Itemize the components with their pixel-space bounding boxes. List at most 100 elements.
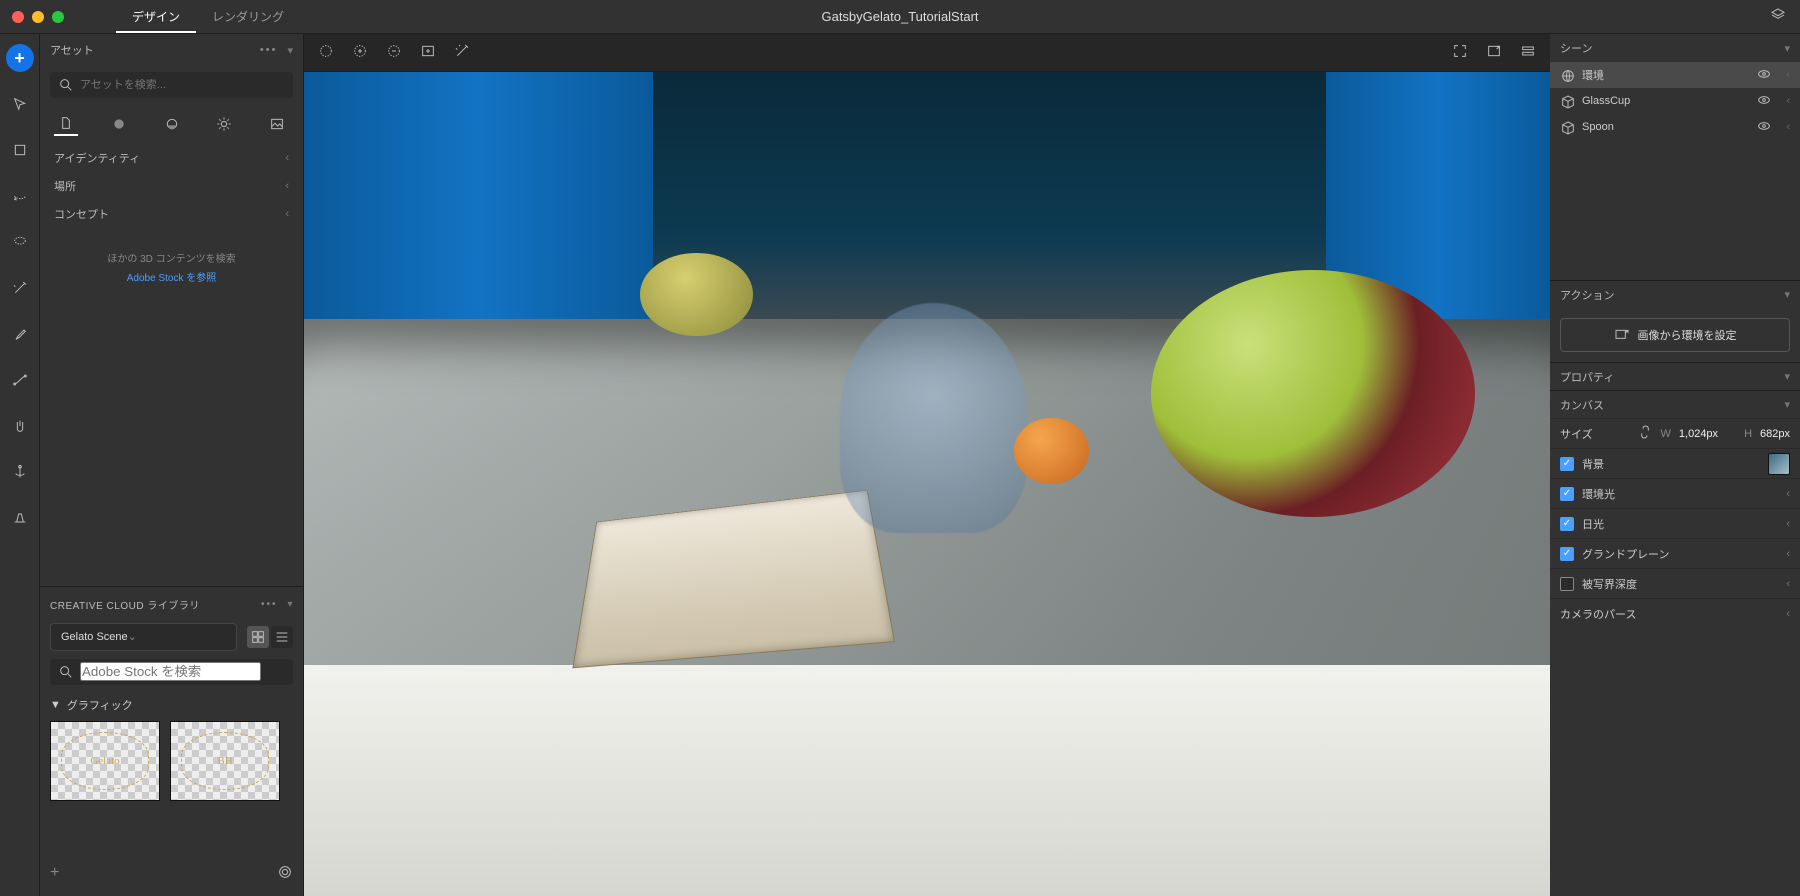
remove-circle-icon[interactable]	[386, 43, 402, 62]
globe-icon	[1560, 68, 1574, 82]
scene-item-環境[interactable]: 環境‹	[1550, 62, 1800, 88]
lights-tab[interactable]	[160, 112, 184, 136]
visibility-icon[interactable]	[1756, 66, 1772, 85]
move-tool[interactable]	[6, 90, 34, 118]
height-value[interactable]: 682px	[1760, 428, 1790, 440]
visibility-icon[interactable]	[1756, 118, 1772, 137]
images-tab[interactable]	[265, 112, 289, 136]
mode-tabs: デザイン レンダリング	[116, 0, 300, 33]
scene-item-label: GlassCup	[1582, 95, 1630, 107]
models-tab[interactable]	[54, 112, 78, 136]
anchor-tool[interactable]	[6, 458, 34, 486]
assets-label: アセット	[50, 42, 94, 58]
image-import-icon[interactable]	[420, 43, 436, 62]
cube-icon	[1560, 94, 1574, 108]
perspective-tool[interactable]	[6, 504, 34, 532]
visibility-icon[interactable]	[1756, 92, 1772, 111]
background-row[interactable]: 背景	[1550, 448, 1800, 478]
accordion-identity[interactable]: アイデンティティ‹	[40, 144, 303, 172]
path-tool[interactable]	[6, 366, 34, 394]
set-env-from-image-button[interactable]: 画像から環境を設定	[1560, 318, 1790, 352]
checkbox[interactable]	[1560, 487, 1574, 501]
cc-libraries-panel: CREATIVE CLOUD ライブラリ ••• ▾ Gelato Scene …	[40, 586, 303, 896]
scene-item-label: 環境	[1582, 67, 1604, 83]
actions-header: アクション	[1560, 287, 1614, 303]
magic-icon[interactable]	[454, 43, 470, 62]
export-icon[interactable]	[1486, 43, 1502, 62]
cc-collapse-icon[interactable]: ▾	[287, 599, 293, 610]
lasso-undo-tool[interactable]	[6, 182, 34, 210]
tab-design[interactable]: デザイン	[116, 0, 196, 33]
materials-tab[interactable]	[107, 112, 131, 136]
sun-tab[interactable]	[212, 112, 236, 136]
fullscreen-icon[interactable]	[1452, 43, 1468, 62]
asset-category-tabs	[40, 104, 303, 140]
eyedropper-tool[interactable]	[6, 320, 34, 348]
cc-sync-icon[interactable]	[277, 864, 293, 883]
background-swatch[interactable]	[1768, 453, 1790, 475]
crop-tool[interactable]	[6, 136, 34, 164]
viewport-toolbar	[304, 34, 1550, 72]
cc-search[interactable]	[50, 659, 293, 685]
learn-icon[interactable]	[1770, 7, 1786, 26]
background-checkbox[interactable]	[1560, 457, 1574, 471]
magic-wand-tool[interactable]	[6, 274, 34, 302]
canvas[interactable]	[304, 72, 1550, 896]
scene-item-glasscup[interactable]: GlassCup‹	[1550, 88, 1800, 114]
canvas-header: カンバス	[1560, 397, 1604, 413]
cc-thumb-1[interactable]: Gelato	[50, 721, 160, 801]
left-panel: アセット ••• ▾ アイデンティティ‹ 場所‹	[40, 34, 304, 896]
asset-search-input[interactable]	[80, 79, 285, 91]
tool-strip: +	[0, 34, 40, 896]
assets-header: アセット ••• ▾	[40, 34, 303, 66]
cc-more-icon[interactable]: •••	[261, 599, 278, 610]
library-select[interactable]: Gelato Scene ⌄	[50, 623, 237, 651]
camera-persp-row[interactable]: カメラのパース‹	[1550, 598, 1800, 628]
tab-render[interactable]: レンダリング	[196, 0, 300, 33]
cc-thumb-2[interactable]: BH	[170, 721, 280, 801]
scene-item-label: Spoon	[1582, 121, 1614, 133]
scene-header: シーン	[1560, 40, 1592, 56]
window-controls	[12, 11, 64, 23]
width-value[interactable]: 1,024px	[1679, 428, 1718, 440]
cc-search-input[interactable]	[80, 662, 261, 681]
titlebar: デザイン レンダリング GatsbyGelato_TutorialStart	[0, 0, 1800, 34]
hand-tool[interactable]	[6, 412, 34, 440]
asset-accordion: アイデンティティ‹ 場所‹ コンセプト‹	[40, 140, 303, 232]
checkbox[interactable]	[1560, 547, 1574, 561]
document-title: GatsbyGelato_TutorialStart	[821, 9, 978, 24]
size-row: サイズ W 1,024px H 682px	[1550, 418, 1800, 448]
asset-search[interactable]	[50, 72, 293, 98]
link-dims-icon[interactable]	[1637, 424, 1653, 443]
accordion-place[interactable]: 場所‹	[40, 172, 303, 200]
prop-環境光[interactable]: 環境光‹	[1550, 478, 1800, 508]
assets-empty-note: ほかの 3D コンテンツを検索	[40, 232, 303, 269]
lasso-tool[interactable]	[6, 228, 34, 256]
accordion-concept[interactable]: コンセプト‹	[40, 200, 303, 228]
add-circle-icon[interactable]	[352, 43, 368, 62]
minimize-window[interactable]	[32, 11, 44, 23]
size-label: サイズ	[1560, 426, 1593, 442]
viewport	[304, 34, 1550, 896]
list-view-button[interactable]	[271, 626, 293, 648]
add-button[interactable]: +	[6, 44, 34, 72]
cc-group-graphics[interactable]: ▼グラフィック	[50, 697, 293, 713]
scene-item-spoon[interactable]: Spoon‹	[1550, 114, 1800, 140]
render-settings-icon[interactable]	[1520, 43, 1536, 62]
library-selected-label: Gelato Scene	[61, 631, 128, 643]
adobe-stock-link[interactable]: Adobe Stock を参照	[40, 269, 303, 284]
select-circle-icon[interactable]	[318, 43, 334, 62]
cc-header-label: CREATIVE CLOUD ライブラリ	[50, 597, 200, 612]
grid-view-button[interactable]	[247, 626, 269, 648]
prop-グランドプレーン[interactable]: グランドプレーン‹	[1550, 538, 1800, 568]
close-window[interactable]	[12, 11, 24, 23]
more-icon[interactable]: •••	[260, 44, 278, 56]
prop-日光[interactable]: 日光‹	[1550, 508, 1800, 538]
prop-被写界深度[interactable]: 被写界深度‹	[1550, 568, 1800, 598]
zoom-window[interactable]	[52, 11, 64, 23]
search-icon	[58, 664, 74, 680]
collapse-icon[interactable]: ▾	[287, 44, 293, 57]
checkbox[interactable]	[1560, 577, 1574, 591]
checkbox[interactable]	[1560, 517, 1574, 531]
cc-add-icon[interactable]: +	[50, 864, 59, 882]
